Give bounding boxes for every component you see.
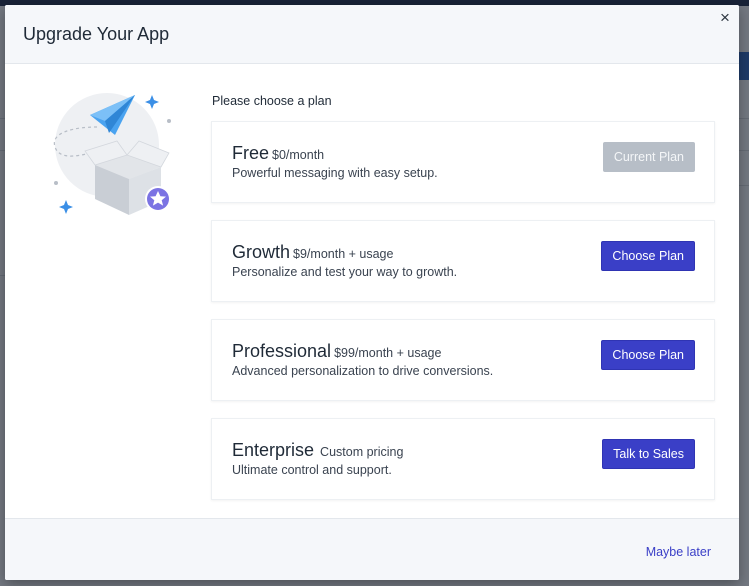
modal-title: Upgrade Your App (23, 24, 170, 44)
current-plan-button: Current Plan (602, 142, 695, 172)
plan-price: $99/month + usage (334, 346, 442, 360)
plan-description: Powerful messaging with easy setup. (232, 166, 438, 180)
plan-card-free: Free $0/month Powerful messaging with eas… (211, 121, 715, 203)
maybe-later-link[interactable]: Maybe later (646, 545, 711, 559)
upgrade-modal: Upgrade Your App × Please choose a plan … (5, 5, 739, 580)
plan-prompt: Please choose a plan (212, 94, 332, 108)
plan-description: Personalize and test your way to growth. (232, 265, 458, 279)
close-button[interactable]: × (716, 9, 734, 27)
modal-header: Upgrade Your App × (5, 5, 739, 64)
choose-plan-professional-button[interactable]: Choose Plan (601, 340, 695, 370)
talk-to-sales-button[interactable]: Talk to Sales (602, 439, 695, 469)
plan-price: Custom pricing (320, 445, 404, 459)
upgrade-illustration (53, 93, 171, 215)
plan-card-growth: Growth $9/month + usage Personalize and t… (211, 220, 715, 302)
plan-name: Growth (232, 242, 291, 262)
plan-name: Enterprise (232, 440, 315, 460)
plan-name: Free (232, 143, 270, 163)
plan-name: Professional (232, 341, 332, 361)
close-icon[interactable]: × (720, 8, 730, 27)
choose-plan-growth-button[interactable]: Choose Plan (601, 241, 695, 271)
plan-card-professional: Professional $99/month + usage Advanced p… (211, 319, 715, 401)
plan-description: Ultimate control and support. (232, 463, 392, 477)
plan-price: $9/month + usage (293, 247, 394, 261)
plan-description: Advanced personalization to drive conver… (232, 364, 494, 378)
modal-footer: Maybe later (5, 518, 739, 580)
plan-price: $0/month (272, 148, 325, 162)
star-badge-icon (145, 186, 171, 212)
plan-card-enterprise: Enterprise Custom pricing Ultimate contro… (211, 418, 715, 500)
dot-icon (167, 119, 171, 123)
dot-icon (54, 181, 58, 185)
